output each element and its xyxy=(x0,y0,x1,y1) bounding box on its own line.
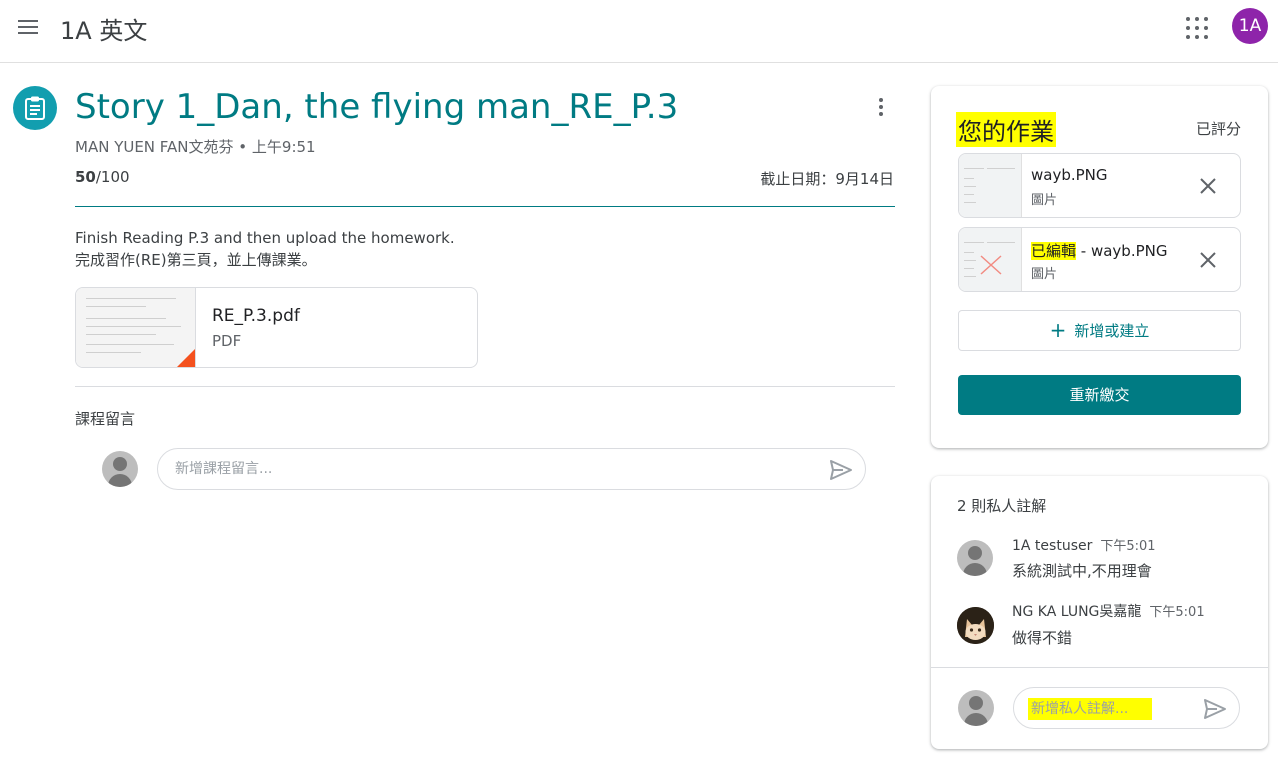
class-comment-input[interactable] xyxy=(175,459,815,479)
send-icon[interactable] xyxy=(1203,698,1229,720)
user-avatar xyxy=(102,451,138,487)
file-thumbnail xyxy=(959,154,1022,217)
file-name: wayb.PNG xyxy=(1031,166,1108,184)
comment-text: 系統測試中,不用理會 xyxy=(1012,562,1152,580)
file-thumbnail xyxy=(959,228,1022,291)
your-work-card: 您的作業 已評分 wayb.PNG 圖片 已編輯 - wayb.PNG 圖片 +… xyxy=(931,86,1268,448)
close-icon[interactable] xyxy=(1198,250,1218,270)
account-avatar[interactable]: 1A xyxy=(1232,8,1268,44)
comment-author: NG KA LUNG吳嘉龍 下午5:01 xyxy=(1012,601,1205,621)
attachment-card[interactable]: RE_P.3.pdf PDF xyxy=(75,287,478,368)
instructions: Finish Reading P.3 and then upload the h… xyxy=(75,227,455,271)
comment-author: 1A testuser 下午5:01 xyxy=(1012,535,1156,554)
more-options-icon[interactable] xyxy=(870,96,892,120)
add-or-create-label: 新增或建立 xyxy=(1074,322,1150,340)
points-earned: 50 xyxy=(75,168,96,186)
your-work-title: 您的作業 xyxy=(956,112,1056,147)
pdf-corner-icon xyxy=(175,349,195,367)
private-comments-count: 2 則私人註解 xyxy=(957,497,1047,515)
class-comments-label: 課程留言 xyxy=(75,410,136,428)
class-name[interactable]: 1A 英文 xyxy=(60,11,147,46)
file-name: 已編輯 - wayb.PNG xyxy=(1031,240,1167,261)
private-comment-input[interactable] xyxy=(1028,698,1152,720)
submitted-file[interactable]: 已編輯 - wayb.PNG 圖片 xyxy=(958,227,1241,292)
class-comment-box xyxy=(157,448,866,490)
edit-mark-icon xyxy=(980,255,1002,275)
comment-time: 下午5:01 xyxy=(1100,539,1156,554)
user-avatar xyxy=(957,540,993,576)
submitted-file[interactable]: wayb.PNG 圖片 xyxy=(958,153,1241,218)
instructions-line: Finish Reading P.3 and then upload the h… xyxy=(75,229,455,247)
file-type: 圖片 xyxy=(1031,267,1058,282)
add-or-create-button[interactable]: + 新增或建立 xyxy=(958,310,1241,351)
edited-label: 已編輯 xyxy=(1031,242,1077,260)
comment-text: 做得不錯 xyxy=(1012,629,1073,647)
assignment-meta: MAN YUEN FAN文苑芬 • 上午9:51 xyxy=(75,138,316,156)
comment-author-name: 1A testuser xyxy=(1012,538,1093,554)
points-total: /100 xyxy=(95,168,130,186)
file-type: 圖片 xyxy=(1031,193,1058,208)
avatar xyxy=(957,607,994,644)
menu-icon[interactable] xyxy=(14,16,42,40)
user-avatar xyxy=(958,690,994,726)
plus-icon: + xyxy=(1049,318,1067,342)
divider xyxy=(75,206,895,207)
private-comment-box xyxy=(1013,687,1240,729)
comment-author-name: NG KA LUNG吳嘉龍 xyxy=(1012,604,1142,620)
attachment-type: PDF xyxy=(212,332,242,350)
close-icon[interactable] xyxy=(1198,176,1218,196)
assignment-icon xyxy=(13,86,57,130)
resubmit-button[interactable]: 重新繳交 xyxy=(958,375,1241,415)
apps-grid-icon[interactable] xyxy=(1183,14,1211,42)
attachment-name: RE_P.3.pdf xyxy=(212,306,300,326)
assignment-title: Story 1_Dan, the flying man_RE_P.3 xyxy=(75,87,679,127)
divider xyxy=(931,667,1268,668)
send-icon[interactable] xyxy=(829,459,855,481)
instructions-line: 完成習作(RE)第三頁，並上傳課業。 xyxy=(75,251,317,269)
grade-status: 已評分 xyxy=(1195,120,1241,138)
private-comments-card: 2 則私人註解 1A testuser 下午5:01 系統測試中,不用理會 NG … xyxy=(931,476,1268,749)
comment-time: 下午5:01 xyxy=(1149,605,1205,620)
pdf-thumbnail xyxy=(76,288,196,367)
points: 50/100 xyxy=(75,168,130,186)
file-name-text: - wayb.PNG xyxy=(1076,242,1168,260)
divider xyxy=(75,386,895,387)
due-date: 截止日期：9月14日 xyxy=(760,170,894,188)
top-app-bar: 1A 英文 1A xyxy=(0,0,1278,63)
